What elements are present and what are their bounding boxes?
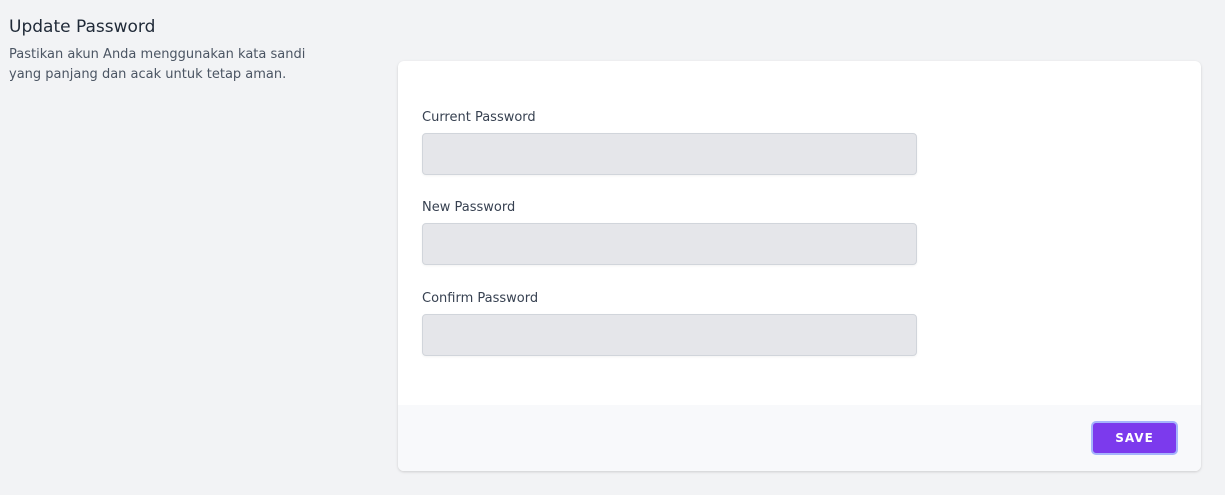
current-password-input[interactable] xyxy=(422,133,917,175)
password-form-card: Current Password New Password Confirm Pa… xyxy=(398,61,1201,471)
card-footer: SAVE xyxy=(398,405,1201,471)
current-password-group: Current Password xyxy=(422,109,917,175)
new-password-input[interactable] xyxy=(422,223,917,265)
current-password-label: Current Password xyxy=(422,110,536,125)
section-description: Pastikan akun Anda menggunakan kata sand… xyxy=(9,47,306,82)
card-body: Current Password New Password Confirm Pa… xyxy=(398,61,1201,405)
save-button[interactable]: SAVE xyxy=(1091,421,1178,455)
new-password-label: New Password xyxy=(422,200,516,215)
section-title: Update Password xyxy=(9,17,156,37)
confirm-password-input[interactable] xyxy=(422,314,917,356)
confirm-password-group: Confirm Password xyxy=(422,290,917,356)
section-info: Update Password Pastikan akun Anda mengg… xyxy=(9,14,369,85)
confirm-password-label: Confirm Password xyxy=(422,291,539,306)
new-password-group: New Password xyxy=(422,199,917,265)
